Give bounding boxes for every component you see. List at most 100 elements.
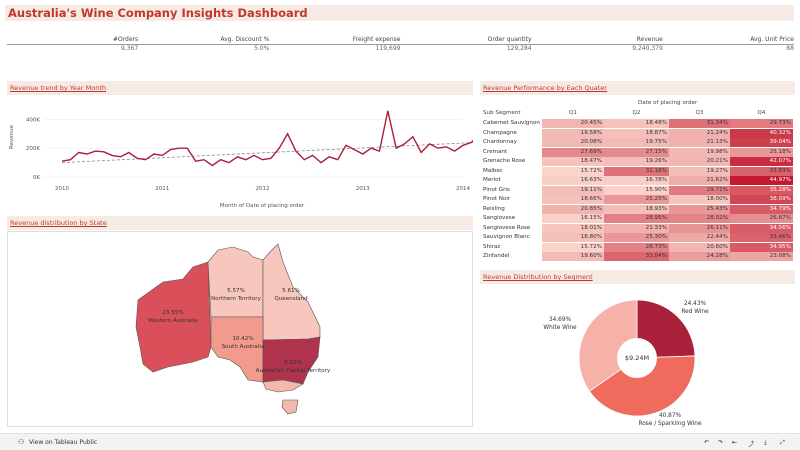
heatmap-cell[interactable]: 21.13% — [669, 138, 730, 147]
heatmap-cell[interactable]: 18.48% — [604, 119, 669, 128]
heatmap-cell[interactable]: 39.04% — [730, 138, 793, 147]
heatmap-cell[interactable]: 31.34% — [669, 119, 730, 128]
heatmap-cell[interactable]: 28.02% — [669, 214, 730, 223]
heatmap-cell[interactable]: 15.72% — [542, 242, 604, 252]
view-on-tableau-link[interactable]: View on Tableau Public — [29, 439, 97, 446]
heatmap-cell[interactable]: 15.90% — [604, 185, 669, 195]
kpi-value-0[interactable]: 9,367 — [7, 45, 138, 54]
heatmap-cell[interactable]: 20.60% — [669, 242, 730, 252]
heatmap-cell[interactable]: 38.09% — [730, 195, 793, 204]
pie-panel-title[interactable]: Revenue Distribution by Segment — [483, 273, 593, 281]
download-icon[interactable]: ⤓ — [764, 439, 767, 447]
kpi-value-5[interactable]: 88 — [663, 45, 794, 54]
heatmap-row: Sangiovese 16.15% 28.95% 28.02% 26.87% — [482, 214, 795, 223]
kpi-value-3[interactable]: 129,284 — [400, 45, 532, 54]
heatmap-cell[interactable]: 23.08% — [730, 252, 793, 261]
heatmap-cell[interactable]: 16.63% — [542, 176, 604, 185]
australia-state-map[interactable]: 23.55% Western Australia 5.57% Northern Ter… — [8, 232, 472, 426]
heatmap-panel-title[interactable]: Revenue Performance by Each Quater — [483, 84, 607, 92]
map-state-name: Queensland — [274, 296, 308, 302]
heatmap-cell[interactable]: 31.18% — [604, 166, 669, 176]
heatmap-cell[interactable]: 16.15% — [542, 214, 604, 223]
heatmap-cell[interactable]: 44.97% — [730, 176, 793, 185]
heatmap-cell[interactable]: 22.44% — [669, 233, 730, 242]
heatmap-cell[interactable]: 34.56% — [730, 223, 793, 233]
heatmap-cell[interactable]: 26.11% — [669, 223, 730, 233]
kpi-value-1[interactable]: 5.0% — [138, 45, 269, 54]
revenue-trend-chart[interactable]: Revenue 400K200K0K 2010 2011 2012 2013 2014 … — [7, 97, 473, 215]
kpi-value-2[interactable]: 119,699 — [269, 45, 401, 54]
heatmap-cell[interactable]: 18.00% — [669, 195, 730, 204]
map-container[interactable]: 23.55% Western Australia 5.57% Northern Ter… — [7, 231, 473, 427]
heatmap-cell[interactable]: 33.83% — [730, 166, 793, 176]
heatmap-cell[interactable]: 19.26% — [604, 157, 669, 166]
heatmap-cell[interactable]: 20.45% — [542, 119, 604, 128]
heatmap-cell[interactable]: 25.30% — [604, 233, 669, 242]
heatmap-cell[interactable]: 29.73% — [730, 119, 793, 128]
heatmap-cell[interactable]: 19.75% — [604, 138, 669, 147]
trend-series-line[interactable] — [61, 110, 473, 167]
state-northern-territory[interactable] — [207, 246, 264, 318]
donut-slice-name: Red Wine — [681, 309, 709, 315]
heatmap-cell[interactable]: 19.11% — [542, 185, 604, 195]
segment-donut-chart[interactable]: $9.24M 24.43% Red Wine 40.87% Rose / Sparkl… — [480, 285, 795, 431]
heatmap-cell[interactable]: 29.71% — [669, 185, 730, 195]
heatmap-cell[interactable]: 34.79% — [730, 204, 793, 214]
heatmap-row-label: Merlot — [483, 177, 501, 183]
heatmap-row-label: Sauvignon Blanc — [483, 234, 530, 240]
heatmap-cell[interactable]: 25.43% — [669, 204, 730, 214]
heatmap-cell[interactable]: 42.07% — [730, 157, 793, 166]
trend-y-axis-label: Revenue — [9, 124, 15, 149]
heatmap-cell[interactable]: 19.27% — [669, 166, 730, 176]
trend-x-axis-label: Month of Date of placing order — [220, 203, 305, 209]
heatmap-cell[interactable]: 19.60% — [542, 252, 604, 261]
heatmap-cell[interactable]: 40.32% — [730, 128, 793, 138]
heatmap-cell[interactable]: 18.47% — [542, 157, 604, 166]
heatmap-cell[interactable]: 19.58% — [542, 128, 604, 138]
heatmap-cell[interactable]: 18.80% — [542, 233, 604, 242]
kpi-header-4: Revenue — [636, 36, 663, 43]
heatmap-cell[interactable]: 27.15% — [604, 147, 669, 157]
heatmap-cell[interactable]: 34.95% — [730, 242, 793, 252]
heatmap-cell[interactable]: 25.18% — [730, 147, 793, 157]
revert-icon[interactable]: ⇤ — [732, 439, 737, 446]
heatmap-cell[interactable]: 18.66% — [542, 195, 604, 204]
heatmap-cell[interactable]: 18.93% — [604, 204, 669, 214]
dashboard-title: Australia's Wine Company Insights Dashbo… — [8, 6, 308, 20]
state-western-australia[interactable] — [135, 261, 212, 373]
kpi-value-4[interactable]: 9,240,379 — [532, 45, 663, 54]
heatmap-cell[interactable]: 33.46% — [730, 233, 793, 242]
redo-icon[interactable]: ↷ — [718, 439, 723, 446]
undo-icon[interactable]: ↶ — [704, 439, 709, 446]
heatmap-cell[interactable]: 20.21% — [669, 157, 730, 166]
heatmap-cell[interactable]: 24.28% — [669, 252, 730, 261]
heatmap-cell[interactable]: 21.62% — [669, 176, 730, 185]
heatmap-cell[interactable]: 19.98% — [669, 147, 730, 157]
map-panel-title[interactable]: Revenue distribution by State — [10, 219, 107, 227]
heatmap-cell[interactable]: 20.08% — [542, 138, 604, 147]
share-icon[interactable]: ⚇ — [18, 438, 24, 446]
heatmap-cell[interactable]: 26.87% — [730, 214, 793, 223]
heatmap-cell[interactable]: 28.73% — [604, 242, 669, 252]
heatmap-cell[interactable]: 15.72% — [542, 166, 604, 176]
heatmap-row: Sangiovese Rose 18.01% 21.33% 26.11% 34.56% — [482, 223, 795, 233]
heatmap-cell[interactable]: 21.33% — [604, 223, 669, 233]
heatmap-cell[interactable]: 33.04% — [604, 252, 669, 261]
share-button-icon[interactable]: ⤴ — [748, 439, 754, 448]
heatmap-cell[interactable]: 18.87% — [604, 128, 669, 138]
heatmap-cell[interactable]: 18.01% — [542, 223, 604, 233]
state-tasmania — [281, 399, 299, 415]
heatmap-cell[interactable]: 16.78% — [604, 176, 669, 185]
heatmap-row-label: Chardonnay — [483, 139, 517, 145]
heatmap-row-label: Malbec — [483, 167, 503, 174]
trend-panel-title[interactable]: Revenue trend by Year Month — [10, 84, 106, 92]
heatmap-cell[interactable]: 21.24% — [669, 128, 730, 138]
heatmap-cell[interactable]: 27.69% — [542, 147, 604, 157]
heatmap-cell[interactable]: 25.25% — [604, 195, 669, 204]
heatmap-cell[interactable]: 28.95% — [604, 214, 669, 223]
kpi-header-row: #Orders Avg. Discount % Freight expense Ord… — [7, 36, 794, 45]
fullscreen-icon[interactable]: ⤢ — [780, 439, 785, 447]
heatmap-cell[interactable]: 20.85% — [542, 204, 604, 214]
trend-x-tick: 2013 — [356, 186, 370, 192]
heatmap-cell[interactable]: 35.28% — [730, 185, 793, 195]
